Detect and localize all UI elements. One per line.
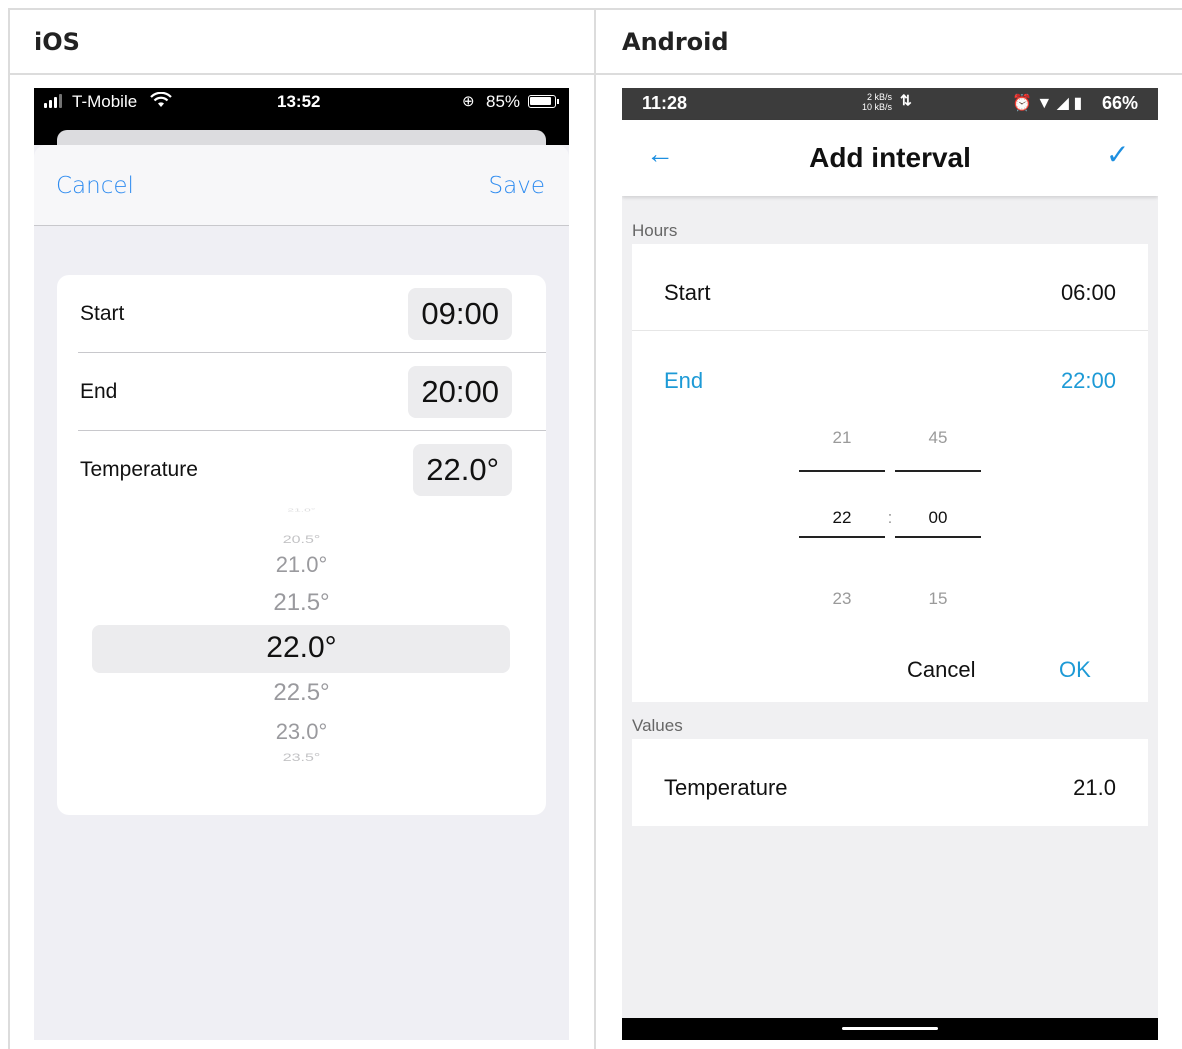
picker-item[interactable]: 20.5° xyxy=(57,534,546,547)
values-card: Temperature 21.0 xyxy=(632,739,1148,826)
confirm-check-icon[interactable]: ✓ xyxy=(1106,138,1129,171)
picker-line xyxy=(799,536,885,538)
start-label: Start xyxy=(80,302,125,325)
end-row[interactable]: End 20:00 xyxy=(57,353,546,431)
rotation-lock-icon: ⊕ xyxy=(462,93,475,110)
status-icons: ⏰ ▼ ◢ ▮ xyxy=(1012,93,1082,113)
picker-item[interactable]: 21.5° xyxy=(57,589,546,617)
page-title: Add interval xyxy=(809,142,971,173)
ios-form-card: Start 09:00 End 20:00 Temperature 22.0° … xyxy=(57,275,546,815)
temperature-label: Temperature xyxy=(80,458,198,481)
picker-line xyxy=(895,536,981,538)
header-divider xyxy=(8,73,1182,75)
end-value: 22:00 xyxy=(1060,368,1116,393)
ios-screen: T-Mobile 13:52 ⊕ 85% Cancel Save Start 0… xyxy=(34,88,569,1040)
start-time-field[interactable]: 09:00 xyxy=(408,288,512,340)
column-divider xyxy=(594,8,596,1049)
android-clock: 11:28 xyxy=(642,93,688,113)
cancel-button[interactable]: Cancel xyxy=(56,173,134,199)
ios-column-header: iOS xyxy=(34,28,80,56)
hours-card: Start 06:00 End 22:00 21 45 22 : 00 23 1… xyxy=(632,244,1148,702)
end-label: End xyxy=(80,380,118,403)
android-status-bar: 11:28 2 kB/s 10 kB/s ⇅ ⏰ ▼ ◢ ▮ 66% xyxy=(622,88,1158,120)
start-label: Start xyxy=(664,280,711,305)
android-nav-bar xyxy=(622,1018,1158,1040)
battery-percent: 66% xyxy=(1102,93,1139,113)
network-speed: 2 kB/s 10 kB/s xyxy=(862,92,893,112)
picker-item[interactable]: 23.5° xyxy=(57,752,546,765)
picker-item-selected[interactable]: 22.0° xyxy=(57,631,546,665)
end-row[interactable]: End 22:00 21 45 22 : 00 23 15 Cancel OK xyxy=(632,331,1148,702)
battery-percent: 85% xyxy=(486,92,521,111)
values-section-label: Values xyxy=(632,716,683,735)
android-screen: 11:28 2 kB/s 10 kB/s ⇅ ⏰ ▼ ◢ ▮ 66% ← Add… xyxy=(622,88,1158,1040)
wifi-icon: ▼ xyxy=(1036,95,1053,112)
hour-prev[interactable]: 21 xyxy=(799,428,885,448)
battery-icon xyxy=(528,95,559,108)
save-button[interactable]: Save xyxy=(489,173,545,199)
ios-nav-bar: Cancel Save xyxy=(34,145,569,226)
home-gesture-handle[interactable] xyxy=(842,1027,938,1030)
minute-prev[interactable]: 45 xyxy=(895,428,981,448)
temperature-row[interactable]: Temperature 22.0° xyxy=(57,431,546,509)
picker-cancel-button[interactable]: Cancel xyxy=(907,657,975,683)
picker-line xyxy=(895,470,981,472)
android-column-header: Android xyxy=(622,28,729,56)
minute-current[interactable]: 00 xyxy=(895,508,981,528)
picker-item[interactable]: 23.0° xyxy=(57,719,546,745)
temperature-label: Temperature xyxy=(664,775,788,800)
carrier-label: T-Mobile xyxy=(72,92,138,111)
wifi-icon xyxy=(150,91,172,113)
picker-line xyxy=(799,470,885,472)
hour-next[interactable]: 23 xyxy=(799,589,885,609)
picker-item[interactable]: 21.0° xyxy=(57,552,546,578)
picker-item[interactable]: 22.5° xyxy=(57,679,546,707)
data-transfer-icon: ⇅ xyxy=(900,92,912,108)
start-row[interactable]: Start 09:00 xyxy=(57,275,546,353)
start-row[interactable]: Start 06:00 xyxy=(632,244,1148,331)
battery-icon: ▮ xyxy=(1073,95,1083,112)
temperature-row[interactable]: Temperature 21.0 xyxy=(632,739,1148,826)
ios-clock: 13:52 xyxy=(277,92,321,111)
signal-icon xyxy=(44,94,62,108)
hours-section-label: Hours xyxy=(632,221,678,240)
picker-ok-button[interactable]: OK xyxy=(1059,657,1091,683)
temperature-value: 21.0 xyxy=(1073,775,1116,800)
start-value: 06:00 xyxy=(1060,280,1116,305)
alarm-icon: ⏰ xyxy=(1012,95,1032,112)
end-label: End xyxy=(664,368,704,393)
android-app-bar: ← Add interval ✓ xyxy=(622,120,1158,196)
picker-item: 21.0° xyxy=(287,507,316,513)
temperature-picker-wheel[interactable]: 21.0° 20.5° 21.0° 21.5° 22.0° 22.5° 23.0… xyxy=(57,507,546,769)
cell-signal-icon: ◢ xyxy=(1056,95,1069,112)
end-time-field[interactable]: 20:00 xyxy=(408,366,512,418)
minute-next[interactable]: 15 xyxy=(895,589,981,609)
temperature-field[interactable]: 22.0° xyxy=(413,444,512,496)
